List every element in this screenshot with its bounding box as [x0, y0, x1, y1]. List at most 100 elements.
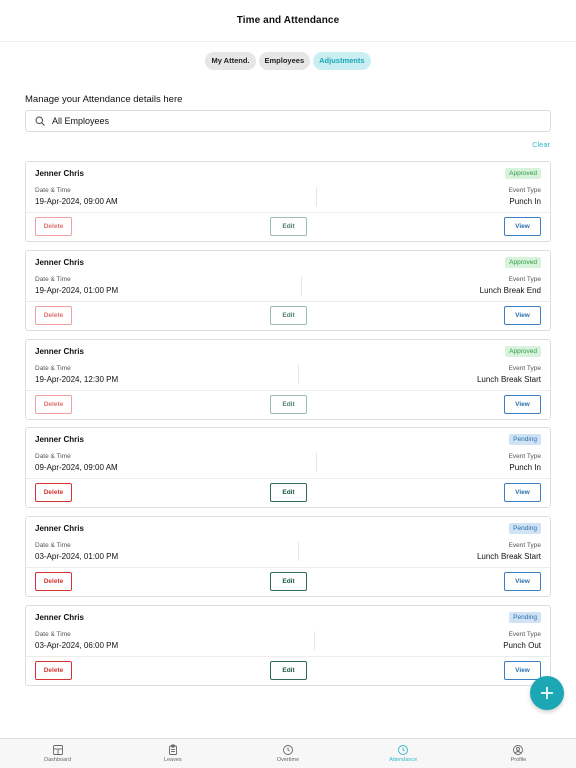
status-badge: Approved	[505, 257, 541, 268]
status-badge: Pending	[509, 612, 541, 623]
event-type-label: Event Type	[508, 365, 541, 372]
date-time-value: 03-Apr-2024, 06:00 PM	[35, 641, 119, 650]
date-time-value: 19-Apr-2024, 09:00 AM	[35, 197, 118, 206]
event-type-value: Lunch Break Start	[476, 552, 541, 561]
date-time-value: 19-Apr-2024, 12:30 PM	[35, 375, 119, 384]
edit-button[interactable]: Edit	[270, 395, 307, 414]
nav-leaves[interactable]: Leaves	[115, 739, 230, 768]
employee-name: Jenner Chris	[35, 613, 84, 622]
nav-profile-label: Profile	[510, 757, 527, 763]
tab-adjustments[interactable]: Adjustments	[313, 52, 371, 70]
attendance-card: Jenner Chris Approved Date & Time 19-Apr-20…	[25, 339, 551, 420]
delete-button[interactable]: Delete	[35, 306, 72, 325]
attendance-card: Jenner Chris Approved Date & Time 19-Apr-20…	[25, 161, 551, 242]
employee-filter-field[interactable]: All Employees	[25, 110, 551, 132]
view-button[interactable]: View	[504, 217, 541, 236]
column-divider	[298, 365, 299, 384]
employee-name: Jenner Chris	[35, 347, 84, 356]
event-type-label: Event Type	[508, 631, 541, 638]
employee-name: Jenner Chris	[35, 258, 84, 267]
nav-profile[interactable]: Profile	[461, 739, 576, 768]
event-type-label: Event Type	[508, 542, 541, 549]
attendance-card: Jenner Chris Pending Date & Time 09-Apr-202…	[25, 427, 551, 508]
dashboard-icon	[52, 745, 63, 755]
attendance-card: Jenner Chris Pending Date & Time 03-Apr-202…	[25, 605, 551, 686]
clipboard-icon	[168, 744, 177, 755]
column-divider	[298, 542, 299, 561]
event-type-value: Lunch Break Start	[476, 375, 541, 384]
edit-button[interactable]: Edit	[270, 661, 307, 680]
employee-filter-value: All Employees	[52, 116, 110, 126]
date-time-value: 19-Apr-2024, 01:00 PM	[35, 286, 119, 295]
status-badge: Pending	[509, 523, 541, 534]
event-type-label: Event Type	[508, 453, 541, 460]
status-badge: Approved	[505, 168, 541, 179]
delete-button[interactable]: Delete	[35, 661, 72, 680]
attendance-card: Jenner Chris Pending Date & Time 03-Apr-202…	[25, 516, 551, 597]
nav-overtime-label: Overtime	[276, 757, 300, 763]
date-time-label: Date & Time	[35, 187, 71, 194]
date-time-label: Date & Time	[35, 276, 71, 283]
edit-button[interactable]: Edit	[270, 217, 307, 236]
event-type-label: Event Type	[508, 276, 541, 283]
edit-button[interactable]: Edit	[270, 306, 307, 325]
tab-employees[interactable]: Employees	[258, 52, 311, 70]
view-button[interactable]: View	[504, 306, 541, 325]
column-divider	[314, 631, 315, 650]
date-time-label: Date & Time	[35, 631, 71, 638]
status-badge: Approved	[505, 346, 541, 357]
employee-name: Jenner Chris	[35, 524, 84, 533]
view-button[interactable]: View	[504, 395, 541, 414]
clock-icon	[283, 745, 293, 755]
page-title: Time and Attendance	[236, 15, 340, 26]
add-button[interactable]	[530, 676, 564, 710]
nav-dashboard-label: Dashboard	[44, 757, 72, 763]
card-divider	[26, 656, 550, 657]
tab-my-attend[interactable]: My Attend.	[205, 52, 256, 70]
nav-dashboard[interactable]: Dashboard	[0, 739, 115, 768]
manage-description: Manage your Attendance details here	[25, 94, 183, 105]
card-divider	[26, 390, 550, 391]
edit-button[interactable]: Edit	[270, 572, 307, 591]
app-header: Time and Attendance	[0, 0, 576, 42]
view-button[interactable]: View	[504, 483, 541, 502]
search-icon	[35, 116, 45, 126]
profile-icon	[513, 745, 524, 755]
card-divider	[26, 301, 550, 302]
delete-button[interactable]: Delete	[35, 217, 72, 236]
column-divider	[301, 276, 302, 295]
date-time-label: Date & Time	[35, 365, 71, 372]
event-type-label: Event Type	[508, 187, 541, 194]
event-type-value: Punch Out	[503, 641, 541, 650]
date-time-value: 09-Apr-2024, 09:00 AM	[35, 463, 118, 472]
attendance-card: Jenner Chris Approved Date & Time 19-Apr-20…	[25, 250, 551, 331]
nav-attendance[interactable]: Attendance	[346, 739, 461, 768]
edit-button[interactable]: Edit	[270, 483, 307, 502]
segment-tabs: My Attend. Employees Adjustments	[0, 52, 576, 70]
event-type-value: Punch In	[509, 463, 541, 472]
date-time-label: Date & Time	[35, 453, 71, 460]
nav-attendance-label: Attendance	[389, 757, 418, 763]
bottom-nav: Dashboard Leaves Overtime Attendance Pro…	[0, 738, 576, 768]
card-divider	[26, 567, 550, 568]
delete-button[interactable]: Delete	[35, 395, 72, 414]
view-button[interactable]: View	[504, 661, 541, 680]
plus-icon	[540, 686, 554, 700]
delete-button[interactable]: Delete	[35, 483, 72, 502]
event-type-value: Punch In	[509, 197, 541, 206]
employee-name: Jenner Chris	[35, 435, 84, 444]
delete-button[interactable]: Delete	[35, 572, 72, 591]
date-time-value: 03-Apr-2024, 01:00 PM	[35, 552, 119, 561]
employee-name: Jenner Chris	[35, 169, 84, 178]
clear-button[interactable]: Clear	[532, 140, 550, 149]
card-divider	[26, 478, 550, 479]
status-badge: Pending	[509, 434, 541, 445]
view-button[interactable]: View	[504, 572, 541, 591]
column-divider	[316, 453, 317, 472]
nav-leaves-label: Leaves	[163, 757, 182, 763]
card-divider	[26, 212, 550, 213]
clock-icon	[398, 745, 409, 755]
event-type-value: Lunch Break End	[479, 286, 541, 295]
column-divider	[316, 187, 317, 206]
nav-overtime[interactable]: Overtime	[230, 739, 345, 768]
